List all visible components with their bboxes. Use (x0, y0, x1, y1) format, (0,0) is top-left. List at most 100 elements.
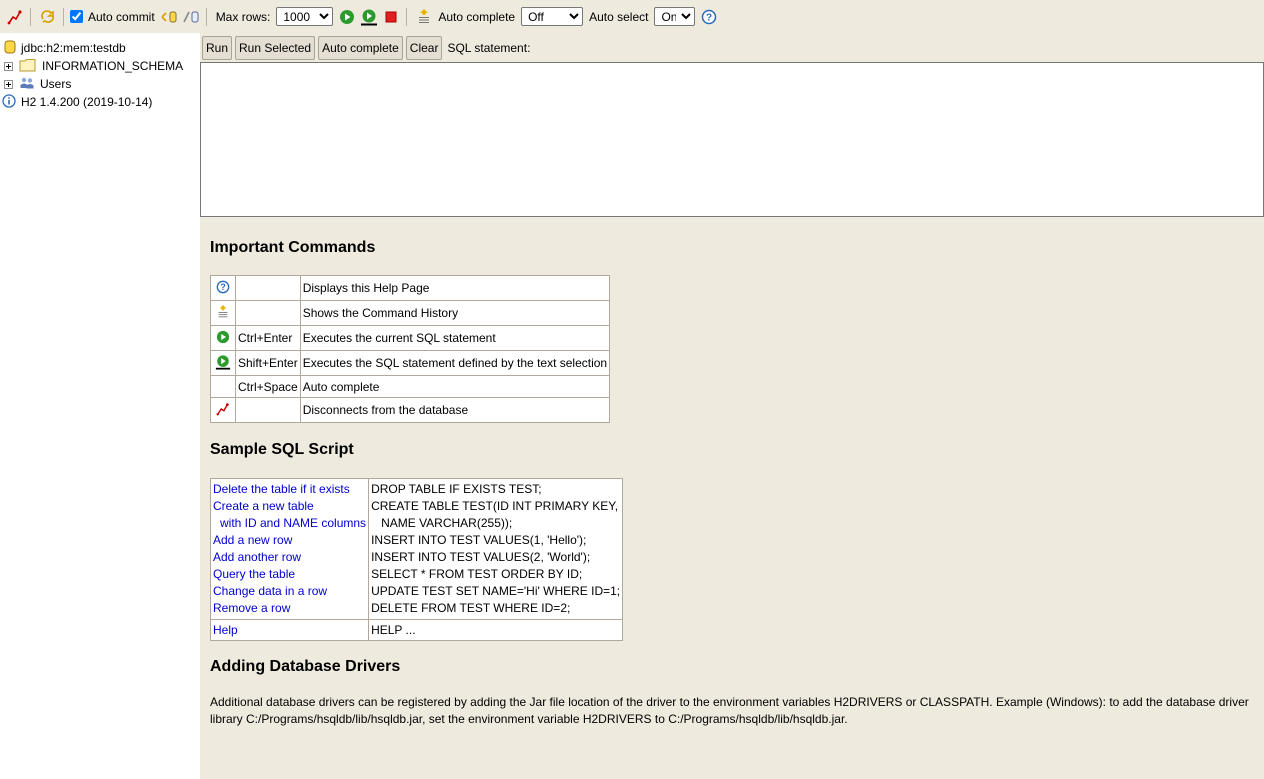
version-label: H2 1.4.200 (2019-10-14) (21, 95, 153, 109)
command-description: Displays this Help Page (299, 275, 611, 301)
sample-sql-line: INSERT INTO TEST VALUES(1, 'Hello'); (371, 533, 587, 547)
sample-sql-line: DROP TABLE IF EXISTS TEST; (371, 482, 542, 496)
run-selected-icon[interactable] (215, 354, 231, 373)
command-key: Ctrl+Enter (235, 325, 301, 351)
svg-text:?: ? (706, 12, 712, 23)
command-row: ? Displays this Help Page (210, 275, 611, 301)
adding-drivers-title: Adding Database Drivers (210, 658, 401, 675)
command-icon-cell (210, 350, 236, 376)
refresh-icon[interactable] (39, 8, 57, 26)
command-key: Ctrl+Space (235, 375, 301, 398)
sample-link[interactable]: Delete the table if it exists (213, 481, 366, 498)
auto-complete-label: Auto complete (438, 9, 516, 24)
sample-link[interactable]: Change data in a row (213, 583, 366, 600)
command-key (235, 275, 301, 301)
stop-icon[interactable] (382, 8, 400, 26)
query-button-bar: Run Run Selected Auto complete Clear SQL… (200, 33, 1264, 63)
command-key (235, 300, 301, 326)
main-panel: Run Run Selected Auto complete Clear SQL… (200, 33, 1264, 779)
important-commands-title: Important Commands (210, 239, 376, 256)
command-row: Shows the Command History (210, 300, 611, 326)
run-icon[interactable] (338, 8, 356, 26)
users-label: Users (40, 77, 72, 91)
auto-commit-label: Auto commit (88, 9, 155, 24)
tree-item-connection[interactable]: jdbc:h2:mem:testdb (0, 39, 200, 57)
sample-sql-line: CREATE TABLE TEST(ID INT PRIMARY KEY, (371, 499, 619, 513)
tree-item-version: H2 1.4.200 (2019-10-14) (0, 93, 200, 111)
help-sql: HELP ... (371, 623, 416, 637)
sample-link[interactable]: Query the table (213, 566, 366, 583)
disconnect-icon[interactable] (216, 402, 230, 419)
history-icon[interactable] (216, 304, 230, 323)
sample-link[interactable]: Remove a row (213, 600, 366, 617)
run-button[interactable]: Run (202, 36, 233, 60)
command-icon-cell (210, 397, 236, 423)
auto-complete-select[interactable]: Off (521, 7, 584, 26)
sample-sql-line: SELECT * FROM TEST ORDER BY ID; (371, 567, 583, 581)
command-icon-cell: ? (210, 275, 236, 301)
sample-sql-line: NAME VARCHAR(255)); (381, 516, 513, 530)
toolbar-separator (205, 7, 207, 26)
auto-complete-button[interactable]: Auto complete (318, 36, 403, 60)
run-icon[interactable] (216, 330, 230, 347)
auto-commit-checkbox[interactable] (70, 10, 83, 23)
help-row: Help HELP ... (209, 619, 624, 641)
sample-sql-cell: DROP TABLE IF EXISTS TEST; CREATE TABLE T… (368, 478, 624, 620)
command-description: Executes the SQL statement defined by th… (299, 350, 611, 376)
auto-select-select[interactable]: On (654, 7, 696, 26)
command-row: Shift+Enter Executes the SQL statement de… (210, 350, 611, 376)
command-icon-cell (210, 375, 236, 398)
info-icon (2, 93, 16, 111)
sample-link[interactable]: Add a new row (213, 532, 366, 549)
sample-sql-line: UPDATE TEST SET NAME='Hi' WHERE ID=1; (371, 584, 621, 598)
object-tree: jdbc:h2:mem:testdb INFORMATION_SCHEMA Us… (0, 33, 200, 779)
sample-script-row: Delete the table if it exists Create a ne… (209, 478, 624, 620)
commands-table: ? Displays this Help Page Shows the Comman… (210, 275, 611, 423)
users-icon (19, 76, 35, 93)
commit-icon[interactable] (160, 8, 178, 26)
command-icon-cell (210, 300, 236, 326)
rollback-icon[interactable] (182, 8, 200, 26)
disconnect-icon[interactable] (6, 8, 24, 26)
sql-statement-label: SQL statement: (447, 41, 531, 55)
command-row: Disconnects from the database (210, 397, 611, 423)
sample-link[interactable]: Create a new table (213, 498, 366, 515)
help-icon[interactable]: ? (216, 280, 230, 297)
folder-icon (19, 58, 37, 75)
toolbar-separator (406, 7, 408, 26)
sample-link: with ID and NAME columns (220, 516, 367, 530)
drivers-text: Additional database drivers can be regis… (210, 695, 1249, 726)
command-key (235, 397, 301, 423)
sample-link[interactable]: Add another row (213, 549, 366, 566)
sample-sql-table: Delete the table if it exists Create a ne… (209, 478, 624, 641)
schema-label: INFORMATION_SCHEMA (42, 59, 184, 73)
help-link[interactable]: Help (213, 623, 238, 637)
help-content: Important Commands ? Displays this Help P… (209, 233, 1260, 728)
tree-item-schema[interactable]: INFORMATION_SCHEMA (0, 57, 200, 75)
expand-icon[interactable] (4, 79, 13, 89)
run-selected-icon[interactable] (360, 8, 378, 26)
expand-icon[interactable] (4, 61, 13, 71)
command-description: Disconnects from the database (299, 397, 611, 423)
sample-links-cell: Delete the table if it exists Create a ne… (209, 478, 370, 620)
sql-editor[interactable] (200, 62, 1264, 217)
toolbar-separator (63, 7, 64, 26)
connection-label: jdbc:h2:mem:testdb (21, 41, 126, 55)
history-icon[interactable] (415, 8, 433, 26)
help-icon[interactable]: ? (700, 8, 718, 26)
toolbar: Auto commit Max rows: 1000 Auto complete… (0, 0, 1264, 33)
command-key: Shift+Enter (235, 350, 301, 376)
tree-item-users[interactable]: Users (0, 75, 200, 93)
max-rows-label: Max rows: (215, 9, 271, 24)
sample-sql-line: DELETE FROM TEST WHERE ID=2; (371, 601, 571, 615)
max-rows-select[interactable]: 1000 (276, 7, 334, 26)
command-icon-cell (210, 325, 236, 351)
clear-button[interactable]: Clear (405, 36, 443, 60)
command-description: Executes the current SQL statement (299, 325, 611, 351)
command-row: Ctrl+Enter Executes the current SQL state… (210, 325, 611, 351)
svg-text:?: ? (220, 282, 225, 292)
run-selected-button[interactable]: Run Selected (235, 36, 316, 60)
toolbar-separator (30, 7, 31, 26)
database-icon (4, 40, 16, 57)
auto-select-label: Auto select (589, 9, 649, 24)
